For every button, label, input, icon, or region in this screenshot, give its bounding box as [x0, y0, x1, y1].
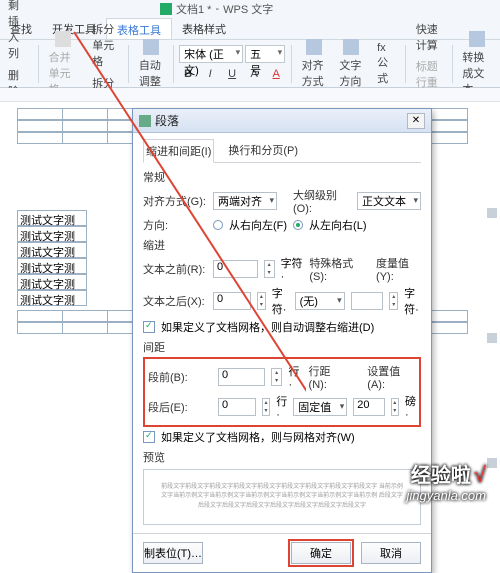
- dir-ltr-radio[interactable]: [293, 220, 303, 230]
- tab-table-style[interactable]: 表格样式: [172, 18, 236, 39]
- window-icon: [139, 115, 151, 127]
- setting-label: 设置值(A):: [367, 363, 416, 391]
- snap-grid-label: 如果定义了文档网格，则与网格对齐(W): [161, 429, 355, 445]
- quick-calc-button[interactable]: 快速计算: [412, 19, 446, 55]
- space-after-spinner[interactable]: ▴▾: [262, 398, 270, 416]
- space-before-label: 段前(B):: [148, 369, 212, 385]
- tab-line-page[interactable]: 换行和分页(P): [226, 139, 300, 162]
- after-text-spinner[interactable]: ▴▾: [257, 292, 266, 310]
- preview-text: 前段文字前段文字前段文字前段文字前段文字前段文字前段文字前段文字前段文字 当前示…: [159, 483, 406, 512]
- space-before-input[interactable]: 0: [218, 368, 265, 386]
- align-label: 对齐方式(G):: [143, 193, 207, 209]
- measure-label: 度量值(Y):: [376, 255, 421, 283]
- align-icon: [306, 39, 322, 55]
- dialog-title: 段落: [155, 112, 407, 129]
- cancel-button[interactable]: 取消: [361, 542, 421, 564]
- italic-button[interactable]: I: [201, 65, 219, 83]
- after-text-label: 文本之后(X):: [143, 293, 207, 309]
- group-spacing: 间距: [143, 339, 421, 355]
- preview-box: 前段文字前段文字前段文字前段文字前段文字前段文字前段文字前段文字前段文字 当前示…: [143, 469, 421, 525]
- auto-indent-label: 如果定义了文档网格，则自动调整右缩进(D): [161, 319, 374, 335]
- vertical-scrollbar[interactable]: [486, 208, 498, 468]
- before-text-input[interactable]: 0: [213, 260, 258, 278]
- doc-icon: [160, 3, 172, 15]
- space-after-label: 段后(E):: [148, 399, 212, 415]
- font-name-select[interactable]: 宋体 (正文): [179, 45, 243, 63]
- close-button[interactable]: ✕: [407, 113, 425, 129]
- setting-value-input[interactable]: 20: [353, 398, 384, 416]
- autofit-icon: [143, 39, 159, 55]
- paragraph-dialog: 段落 ✕ 缩进和间距(I) 换行和分页(P) 常规 对齐方式(G): 两端对齐 …: [132, 108, 432, 573]
- font-color-button[interactable]: A: [267, 65, 285, 83]
- space-after-input[interactable]: 0: [218, 398, 256, 416]
- measure-input[interactable]: [351, 292, 384, 310]
- measure-spinner[interactable]: ▴▾: [389, 292, 398, 310]
- auto-indent-checkbox[interactable]: [143, 321, 155, 333]
- merge-icon: [55, 31, 71, 47]
- split-cell-button[interactable]: 拆分单元格: [88, 19, 122, 71]
- text-dir-icon: [343, 39, 359, 55]
- ribbon: 剩插入列 删除入列 合并单元格 拆分单元格 拆分表格 自动调整 宋体 (正文) …: [0, 40, 500, 88]
- align-select[interactable]: 两端对齐: [213, 192, 277, 210]
- underline-button[interactable]: U: [223, 65, 241, 83]
- convert-icon: [469, 31, 485, 47]
- setting-spinner[interactable]: ▴▾: [391, 398, 399, 416]
- doc-name: 文档1 *: [176, 1, 211, 17]
- outline-label: 大纲级别(O):: [293, 187, 351, 215]
- group-preview: 预览: [143, 449, 421, 465]
- line-spacing-label: 行距(N):: [309, 363, 348, 391]
- direction-label: 方向:: [143, 217, 207, 233]
- tabstop-button[interactable]: 制表位(T)…: [143, 542, 203, 564]
- group-general: 常规: [143, 169, 421, 185]
- after-text-input[interactable]: 0: [213, 292, 251, 310]
- align-button[interactable]: 对齐方式: [298, 37, 330, 91]
- ok-button[interactable]: 确定: [291, 542, 351, 564]
- app-name: WPS 文字: [223, 1, 273, 17]
- dir-rtl-radio[interactable]: [213, 220, 223, 230]
- check-icon: √: [474, 462, 486, 487]
- dialog-titlebar[interactable]: 段落 ✕: [133, 109, 431, 133]
- insert-row-button[interactable]: 剩插入列: [4, 0, 32, 63]
- special-select[interactable]: (无): [295, 292, 345, 310]
- highlighted-spacing-area: 段前(B): 0 ▴▾ 行· 行距(N): 设置值(A): 段后(E): 0 ▴…: [143, 357, 421, 427]
- autofit-button[interactable]: 自动调整: [135, 37, 167, 91]
- before-text-spinner[interactable]: ▴▾: [264, 260, 275, 278]
- formula-button[interactable]: fx 公式: [373, 40, 399, 88]
- line-spacing-select[interactable]: 固定值: [293, 398, 347, 416]
- outline-select[interactable]: 正文文本: [357, 192, 421, 210]
- text-dir-button[interactable]: 文字方向: [335, 37, 367, 91]
- special-label: 特殊格式(S):: [309, 255, 364, 283]
- snap-grid-checkbox[interactable]: [143, 431, 155, 443]
- space-before-spinner[interactable]: ▴▾: [271, 368, 283, 386]
- group-indent: 缩进: [143, 237, 421, 253]
- font-size-select[interactable]: 五号: [245, 45, 285, 63]
- dialog-tabs: 缩进和间距(I) 换行和分页(P): [143, 139, 421, 163]
- app-titlebar: 文档1 * - WPS 文字: [0, 0, 500, 18]
- watermark: 经验啦 √ jingyanla.com: [407, 459, 487, 503]
- tab-indent-spacing[interactable]: 缩进和间距(I): [143, 139, 214, 163]
- before-text-label: 文本之前(R):: [143, 261, 207, 277]
- horizontal-ruler: [0, 88, 500, 102]
